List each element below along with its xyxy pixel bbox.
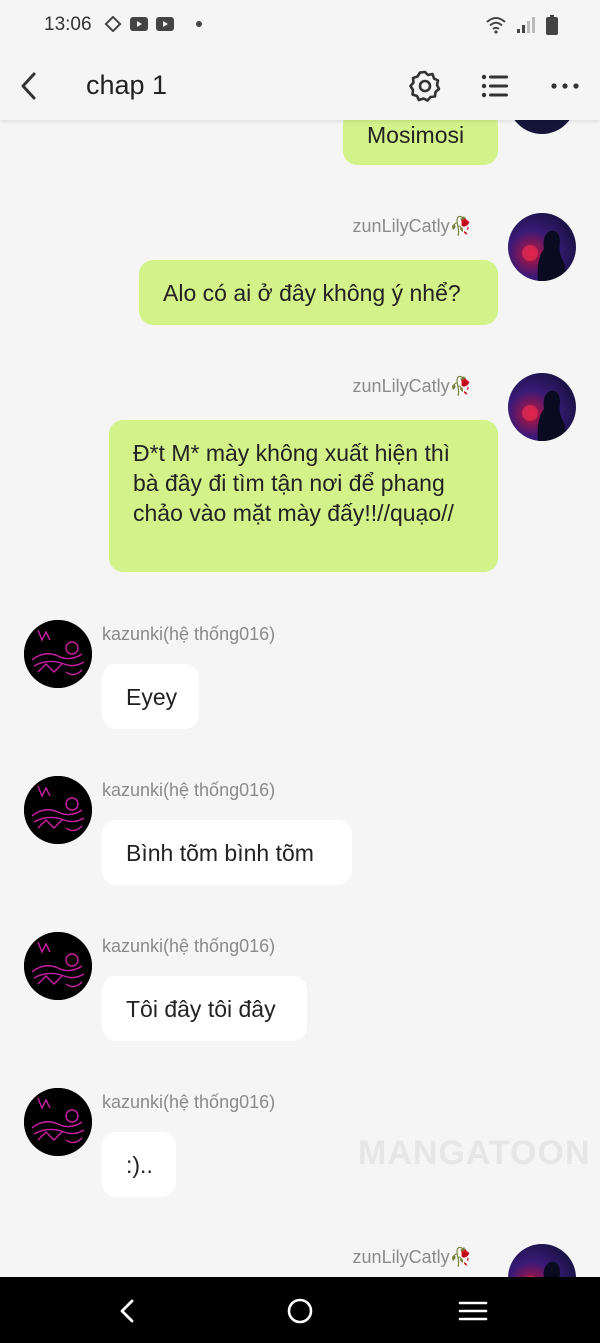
avatar[interactable]	[24, 620, 92, 688]
battery-icon	[546, 15, 558, 35]
sender-name: kazunki(hệ thống016)	[102, 624, 276, 644]
avatar[interactable]	[508, 1244, 576, 1277]
system-icons	[486, 15, 558, 35]
youtube-icon	[156, 17, 174, 31]
back-button[interactable]	[14, 68, 46, 104]
watermark: MANGATOON	[358, 1134, 591, 1172]
message-bubble: Mosimosi	[343, 120, 498, 165]
notification-icons	[104, 16, 202, 32]
avatar[interactable]	[508, 213, 576, 281]
list-icon[interactable]	[477, 68, 513, 104]
dot-icon	[196, 21, 202, 27]
sender-name: zunLilyCatly🥀	[352, 1247, 472, 1267]
back-icon[interactable]	[110, 1293, 146, 1329]
sender-name: kazunki(hệ thống016)	[102, 1092, 276, 1112]
sender-name: zunLilyCatly🥀	[352, 216, 472, 236]
message-bubble: Eyey	[102, 664, 199, 729]
diamond-icon	[104, 16, 122, 32]
menu-icon[interactable]	[455, 1293, 491, 1329]
sender-name: kazunki(hệ thống016)	[102, 780, 276, 800]
youtube-icon	[130, 17, 148, 31]
status-time: 13:06	[44, 14, 92, 35]
more-icon[interactable]	[547, 68, 583, 104]
message-bubble: Alo có ai ở đây không ý nhể?	[139, 260, 498, 325]
avatar[interactable]	[508, 120, 576, 134]
home-icon[interactable]	[282, 1293, 318, 1329]
chat-messages[interactable]: Mosimosi zunLilyCatly🥀 Alo có ai ở đây k…	[0, 120, 600, 1277]
message-bubble: :)..	[102, 1132, 176, 1197]
message-bubble: Bình tõm bình tõm	[102, 820, 352, 885]
avatar[interactable]	[24, 776, 92, 844]
message-bubble: Đ*t M* mày không xuất hiện thì bà đây đi…	[109, 420, 498, 572]
settings-icon[interactable]	[407, 68, 443, 104]
avatar[interactable]	[24, 1088, 92, 1156]
status-bar: 13:06	[0, 0, 600, 52]
avatar[interactable]	[508, 373, 576, 441]
sender-name: zunLilyCatly🥀	[352, 376, 472, 396]
page-title: chap 1	[86, 70, 168, 100]
system-nav-bar	[0, 1277, 600, 1343]
message-bubble: Tôi đây tôi đây	[102, 976, 307, 1041]
sender-name: kazunki(hệ thống016)	[102, 936, 276, 956]
chat-header: chap 1	[0, 52, 600, 120]
signal-icon	[517, 17, 535, 33]
avatar[interactable]	[24, 932, 92, 1000]
wifi-icon	[486, 17, 506, 34]
